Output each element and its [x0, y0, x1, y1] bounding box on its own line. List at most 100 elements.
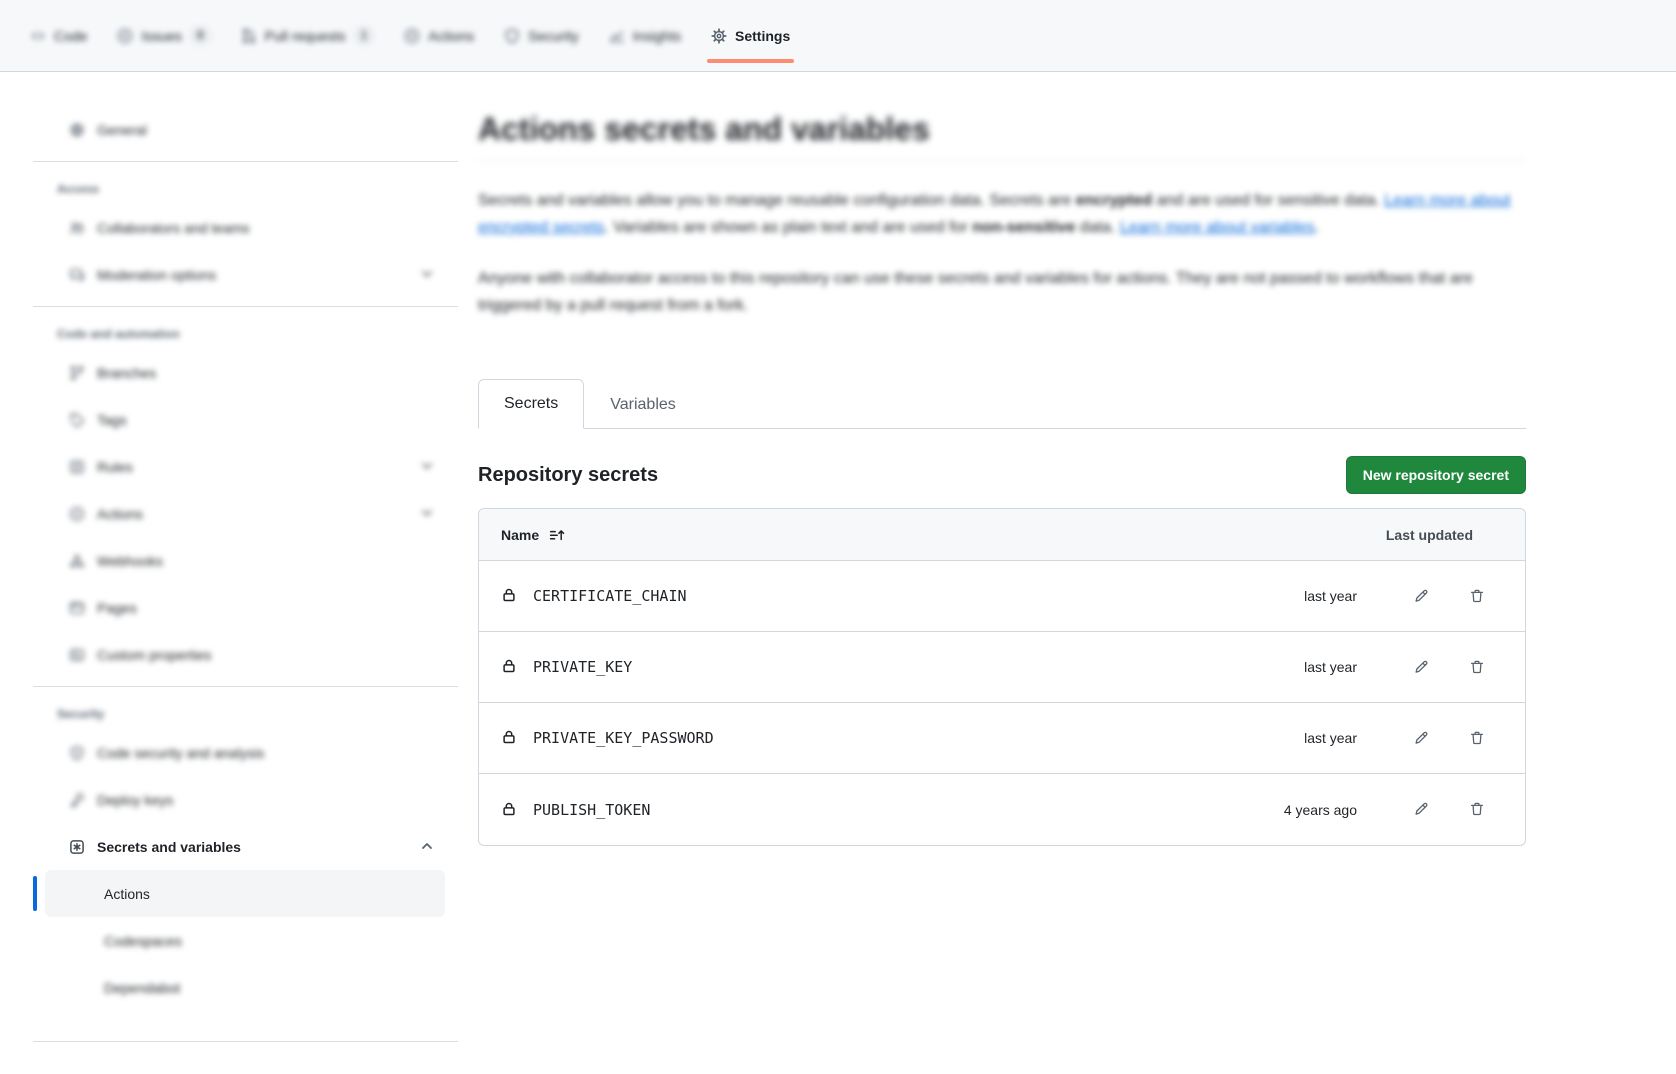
tab-settings[interactable]: Settings: [699, 11, 802, 61]
pencil-icon: [1413, 730, 1430, 747]
secret-last-updated: last year: [1243, 730, 1393, 746]
edit-secret-button[interactable]: [1393, 724, 1449, 753]
table-row: PRIVATE_KEY last year: [479, 632, 1525, 703]
tab-label: Code: [54, 28, 87, 44]
tab-variables[interactable]: Variables: [584, 380, 702, 429]
pull-requests-counter-badge: 1: [354, 26, 375, 45]
settings-content: Actions secrets and variables Secrets an…: [478, 72, 1526, 846]
table-row: PRIVATE_KEY_PASSWORD last year: [479, 703, 1525, 774]
sidebar-item-general[interactable]: General: [45, 106, 445, 153]
sidebar-item-collaborators-and-teams[interactable]: Collaborators and teams: [45, 204, 445, 251]
play-circle-icon: [404, 28, 420, 44]
secret-name: CERTIFICATE_CHAIN: [533, 587, 687, 605]
tab-secrets[interactable]: Secrets: [478, 379, 584, 429]
link-learn-more-variables[interactable]: Learn more about variables: [1120, 219, 1315, 236]
sidebar-item-moderation-options[interactable]: Moderation options: [45, 251, 445, 298]
tab-label: Insights: [633, 28, 681, 44]
sidebar-item-code-security-and-analysis[interactable]: Code security and analysis: [45, 729, 445, 776]
tab-insights[interactable]: Insights: [597, 11, 693, 61]
sidebar-subitem-actions[interactable]: Actions: [45, 870, 445, 917]
column-header-last-updated: Last updated: [1125, 527, 1505, 543]
chevron-down-icon: [419, 266, 433, 283]
edit-secret-button[interactable]: [1393, 795, 1449, 824]
table-header-row: Name Last updated: [479, 509, 1525, 561]
new-repository-secret-button[interactable]: New repository secret: [1346, 456, 1526, 494]
edit-secret-button[interactable]: [1393, 653, 1449, 682]
sidebar-item-pages[interactable]: Pages: [45, 584, 445, 631]
chevron-down-icon: [419, 458, 433, 475]
trash-icon: [1469, 659, 1486, 676]
tab-label: Settings: [735, 28, 790, 44]
code-icon: [30, 28, 46, 44]
trash-icon: [1469, 588, 1486, 605]
sidebar-divider: [33, 686, 458, 687]
repository-secrets-table: Name Last updated CERTIFICATE_CHAIN last…: [478, 508, 1526, 846]
sidebar-item-webhooks[interactable]: Webhooks: [45, 537, 445, 584]
tab-actions[interactable]: Actions: [392, 11, 486, 61]
intro-text: Secrets and variables allow you to manag…: [478, 187, 1526, 319]
delete-secret-button[interactable]: [1449, 653, 1505, 682]
sidebar-item-secrets-and-variables[interactable]: Secrets and variables: [45, 823, 445, 870]
gear-icon: [711, 28, 727, 44]
shield-lock-icon: [69, 745, 85, 761]
webhook-icon: [69, 553, 85, 569]
secret-name: PUBLISH_TOKEN: [533, 801, 650, 819]
git-branch-icon: [69, 365, 85, 381]
secret-name: PRIVATE_KEY_PASSWORD: [533, 729, 714, 747]
tab-pull-requests[interactable]: Pull requests 1: [229, 11, 387, 61]
lock-icon: [501, 587, 519, 605]
sidebar-item-tags[interactable]: Tags: [45, 396, 445, 443]
sidebar-item-rules[interactable]: Rules: [45, 443, 445, 490]
rules-icon: [69, 459, 85, 475]
secret-last-updated: 4 years ago: [1243, 802, 1393, 818]
play-circle-icon: [69, 506, 85, 522]
sidebar-section-code-and-automation: Code and automation: [33, 321, 458, 349]
delete-secret-button[interactable]: [1449, 795, 1505, 824]
sidebar-subitem-codespaces[interactable]: Codespaces: [45, 917, 445, 964]
delete-secret-button[interactable]: [1449, 582, 1505, 611]
graph-icon: [609, 28, 625, 44]
lock-icon: [501, 801, 519, 819]
lock-icon: [501, 658, 519, 676]
tab-issues[interactable]: Issues 8: [105, 11, 222, 61]
tab-code[interactable]: Code: [18, 11, 99, 61]
pencil-icon: [1413, 801, 1430, 818]
secret-last-updated: last year: [1243, 659, 1393, 675]
trash-icon: [1469, 730, 1486, 747]
active-tab-underline: [707, 59, 794, 63]
sidebar-divider: [33, 306, 458, 307]
column-header-name[interactable]: Name: [501, 527, 1125, 543]
secret-last-updated: last year: [1243, 588, 1393, 604]
page-title: Actions secrets and variables: [478, 113, 1526, 161]
sidebar-divider: [33, 1041, 458, 1042]
sidebar-subitem-dependabot[interactable]: Dependabot: [45, 964, 445, 1011]
sidebar-item-actions[interactable]: Actions: [45, 490, 445, 537]
delete-secret-button[interactable]: [1449, 724, 1505, 753]
tab-label: Actions: [428, 28, 474, 44]
lock-icon: [501, 729, 519, 747]
tab-label: Issues: [141, 28, 181, 44]
sidebar-divider: [33, 161, 458, 162]
table-row: PUBLISH_TOKEN 4 years ago: [479, 774, 1525, 845]
tab-security[interactable]: Security: [492, 11, 591, 61]
chevron-down-icon: [419, 505, 433, 522]
pencil-icon: [1413, 659, 1430, 676]
sidebar-item-deploy-keys[interactable]: Deploy keys: [45, 776, 445, 823]
sidebar-item-custom-properties[interactable]: Custom properties: [45, 631, 445, 678]
intro-paragraph-2: Anyone with collaborator access to this …: [478, 265, 1526, 319]
settings-sidebar: General Access Collaborators and teams M…: [33, 72, 458, 1050]
secrets-variables-tabs: Secrets Variables: [478, 379, 1526, 429]
secret-name: PRIVATE_KEY: [533, 658, 632, 676]
sidebar-item-branches[interactable]: Branches: [45, 349, 445, 396]
sidebar-section-security: Security: [33, 701, 458, 729]
id-badge-icon: [69, 647, 85, 663]
issue-opened-icon: [117, 28, 133, 44]
tab-label: Pull requests: [265, 28, 346, 44]
tab-label: Security: [528, 28, 579, 44]
shield-icon: [504, 28, 520, 44]
issues-counter-badge: 8: [190, 26, 211, 45]
key-asterisk-icon: [69, 839, 85, 855]
edit-secret-button[interactable]: [1393, 582, 1449, 611]
key-icon: [69, 792, 85, 808]
repo-tab-bar: Code Issues 8 Pull requests 1 Actions Se…: [0, 0, 1676, 72]
